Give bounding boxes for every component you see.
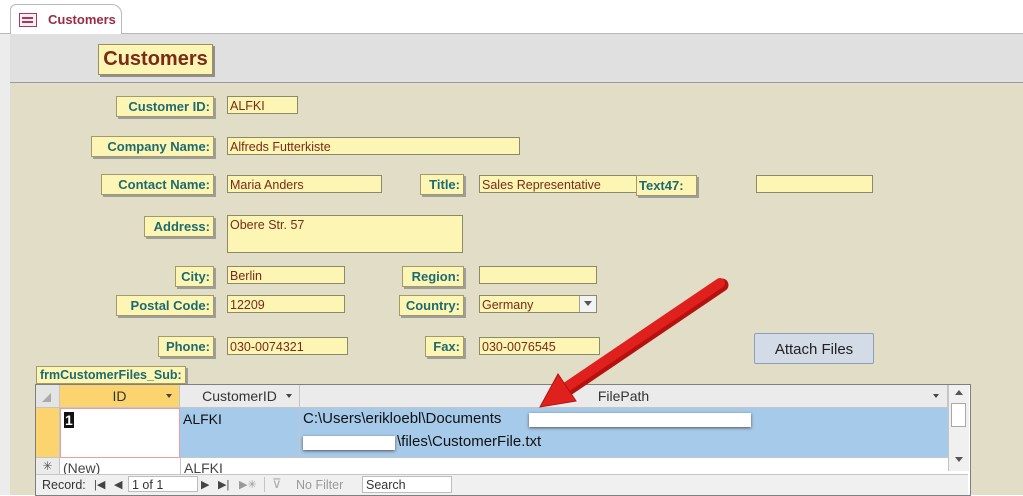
annotation-arrow	[539, 278, 729, 408]
arrow-shaft	[560, 278, 725, 393]
